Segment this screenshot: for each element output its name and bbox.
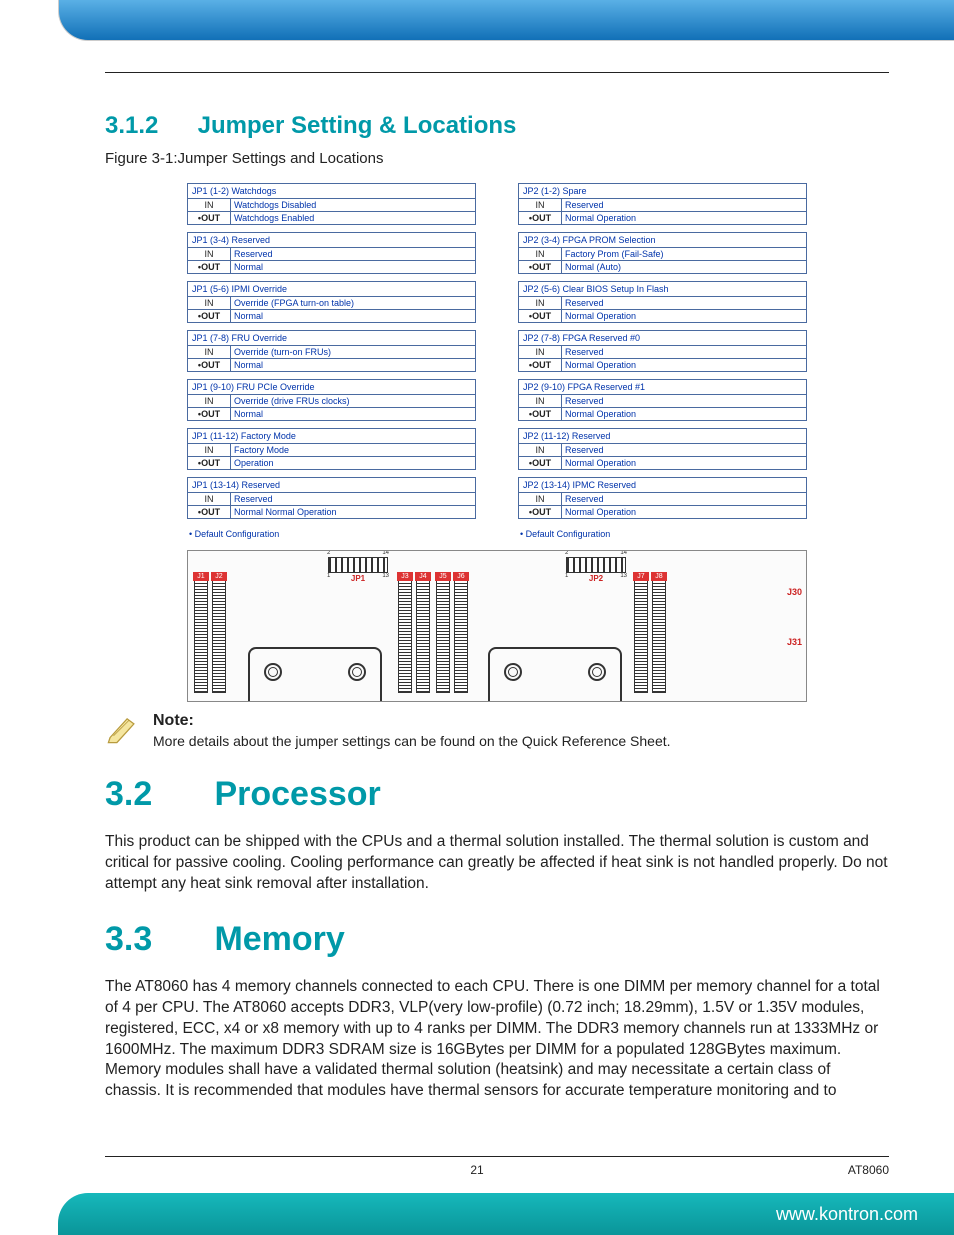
heading-3-3: 3.3 Memory (105, 920, 889, 959)
jumper-row-out: OUTNormal (188, 260, 475, 273)
jumper-box: JP1 (11-12) Factory ModeINFactory ModeOU… (187, 428, 476, 470)
cpu-socket-1 (248, 647, 382, 702)
jumper-header: JP2 (3-4) FPGA PROM Selection (519, 233, 806, 248)
jumper-header: JP2 (1-2) Spare (519, 184, 806, 199)
jumper-row-in: INOverride (drive FRUs clocks) (188, 395, 475, 407)
heading-number: 3.3 (105, 920, 205, 959)
jumper-header: JP2 (11-12) Reserved (519, 429, 806, 444)
jumper-header: JP2 (9-10) FPGA Reserved #1 (519, 380, 806, 395)
jumper-row-out: OUTNormal Operation (519, 309, 806, 322)
note-body: More details about the jumper settings c… (153, 733, 671, 749)
jumper-row-out: OUTNormal Operation (519, 211, 806, 224)
jumper-box: JP1 (1-2) WatchdogsINWatchdogs DisabledO… (187, 183, 476, 225)
jumper-row-in: INOverride (turn-on FRUs) (188, 346, 475, 358)
jumper-box: JP2 (9-10) FPGA Reserved #1INReservedOUT… (518, 379, 807, 421)
jumper-row-in: INFactory Mode (188, 444, 475, 456)
jumper-header: JP2 (13-14) IPMC Reserved (519, 478, 806, 493)
board-layout: J1 J2 2 14 1 13 JP1 J3 J4 J5 J6 2 14 (187, 550, 807, 702)
jumper-row-out: OUTNormal Operation (519, 358, 806, 371)
jumper-row-in: INReserved (519, 444, 806, 456)
jumper-box: JP1 (9-10) FRU PCIe OverrideINOverride (… (187, 379, 476, 421)
jumper-row-out: OUTNormal Operation (519, 505, 806, 518)
jumper-box: JP1 (7-8) FRU OverrideINOverride (turn-o… (187, 330, 476, 372)
default-config-label: • Default Configuration (518, 526, 807, 542)
jumper-row-out: OUTWatchdogs Enabled (188, 211, 475, 224)
footer-banner: www.kontron.com (58, 1193, 954, 1235)
jumper-box: JP2 (13-14) IPMC ReservedINReservedOUTNo… (518, 477, 807, 519)
jumper-row-out: OUTOperation (188, 456, 475, 469)
jumper-box: JP1 (13-14) ReservedINReservedOUTNormal … (187, 477, 476, 519)
jumper-header: JP1 (5-6) IPMI Override (188, 282, 475, 297)
cpu-socket-2 (488, 647, 622, 702)
slot-j3: J3 (398, 573, 412, 693)
jumper-header: JP1 (7-8) FRU Override (188, 331, 475, 346)
jumper-box: JP2 (11-12) ReservedINReservedOUTNormal … (518, 428, 807, 470)
jp1-header: 2 14 1 13 JP1 (328, 557, 388, 573)
header-banner (58, 0, 954, 41)
jumper-box: JP2 (3-4) FPGA PROM SelectionINFactory P… (518, 232, 807, 274)
heading-title: Processor (214, 775, 380, 813)
jumper-row-out: OUTNormal (188, 407, 475, 420)
figure-3-1-diagram: JP1 (1-2) WatchdogsINWatchdogs DisabledO… (187, 183, 807, 702)
jp2-column: JP2 (1-2) SpareINReservedOUTNormal Opera… (518, 183, 807, 542)
jumper-header: JP1 (1-2) Watchdogs (188, 184, 475, 199)
slot-j5: J5 (436, 573, 450, 693)
jumper-row-out: OUTNormal Operation (519, 407, 806, 420)
jumper-row-in: INReserved (188, 248, 475, 260)
jumper-row-in: INReserved (519, 395, 806, 407)
slot-j8: J8 (652, 573, 666, 693)
jumper-row-in: INReserved (519, 199, 806, 211)
jumper-header: JP2 (7-8) FPGA Reserved #0 (519, 331, 806, 346)
jumper-box: JP1 (5-6) IPMI OverrideINOverride (FPGA … (187, 281, 476, 323)
jumper-row-out: OUTNormal Normal Operation (188, 505, 475, 518)
jumper-row-in: INOverride (FPGA turn-on table) (188, 297, 475, 309)
footer-rule (105, 1156, 889, 1157)
slot-j4: J4 (416, 573, 430, 693)
jumper-header: JP1 (11-12) Factory Mode (188, 429, 475, 444)
jumper-row-out: OUTNormal (188, 309, 475, 322)
doc-model: AT8060 (848, 1163, 889, 1177)
slot-j2: J2 (212, 573, 226, 693)
heading-3-1-2: 3.1.2 Jumper Setting & Locations (105, 112, 889, 140)
jp2-header: 2 14 1 13 JP2 (566, 557, 626, 573)
memory-paragraph: The AT8060 has 4 memory channels connect… (105, 977, 889, 1102)
heading-3-2: 3.2 Processor (105, 775, 889, 814)
heading-number: 3.2 (105, 775, 205, 814)
jumper-row-out: OUTNormal (188, 358, 475, 371)
slot-j6: J6 (454, 573, 468, 693)
jumper-header: JP2 (5-6) Clear BIOS Setup In Flash (519, 282, 806, 297)
jumper-box: JP2 (1-2) SpareINReservedOUTNormal Opera… (518, 183, 807, 225)
jumper-row-in: INReserved (188, 493, 475, 505)
slot-j7: J7 (634, 573, 648, 693)
note-block: Note: More details about the jumper sett… (105, 712, 889, 749)
jumper-row-out: OUTNormal Operation (519, 456, 806, 469)
jumper-box: JP2 (7-8) FPGA Reserved #0INReservedOUTN… (518, 330, 807, 372)
heading-number: 3.1.2 (105, 112, 191, 140)
note-icon (105, 712, 139, 746)
jumper-header: JP1 (13-14) Reserved (188, 478, 475, 493)
jumper-row-in: INReserved (519, 297, 806, 309)
footer-url: www.kontron.com (776, 1204, 918, 1225)
jumper-row-out: OUTNormal (Auto) (519, 260, 806, 273)
jp1-column: JP1 (1-2) WatchdogsINWatchdogs DisabledO… (187, 183, 476, 542)
default-config-label: • Default Configuration (187, 526, 476, 542)
jumper-header: JP1 (3-4) Reserved (188, 233, 475, 248)
processor-paragraph: This product can be shipped with the CPU… (105, 832, 889, 894)
jumper-row-in: INFactory Prom (Fail-Safe) (519, 248, 806, 260)
jumper-header: JP1 (9-10) FRU PCIe Override (188, 380, 475, 395)
slot-j1: J1 (194, 573, 208, 693)
figure-caption: Figure 3-1:Jumper Settings and Locations (105, 150, 889, 167)
jumper-box: JP1 (3-4) ReservedINReservedOUTNormal (187, 232, 476, 274)
heading-title: Memory (214, 920, 344, 958)
jumper-row-in: INReserved (519, 346, 806, 358)
jumper-row-in: INReserved (519, 493, 806, 505)
jumper-row-in: INWatchdogs Disabled (188, 199, 475, 211)
top-rule (105, 72, 889, 73)
heading-title: Jumper Setting & Locations (198, 112, 517, 139)
note-title: Note: (153, 712, 671, 730)
page-number: 21 (0, 1163, 954, 1177)
jumper-box: JP2 (5-6) Clear BIOS Setup In FlashINRes… (518, 281, 807, 323)
